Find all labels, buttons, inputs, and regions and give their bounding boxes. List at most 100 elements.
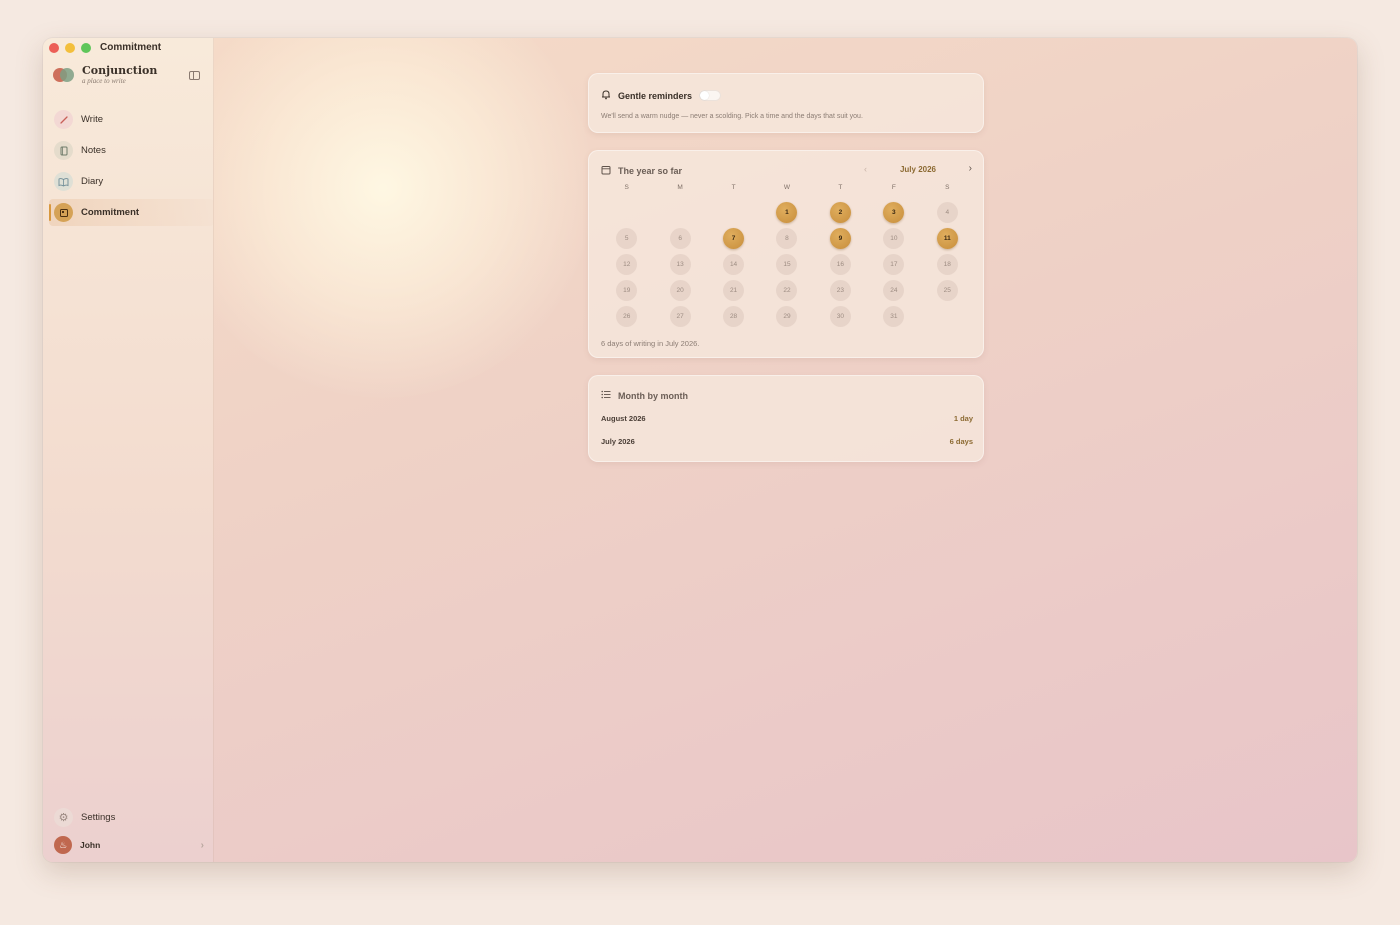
calendar-day[interactable]: 20	[669, 280, 691, 301]
calendar-day[interactable]: 12	[616, 254, 638, 275]
calendar-day-cell: 27	[653, 306, 706, 327]
background-glow	[173, 38, 593, 398]
calendar-day[interactable]: 18	[936, 254, 958, 275]
calendar-day[interactable]: 13	[669, 254, 691, 275]
reminders-header: Gentle reminders	[601, 89, 722, 102]
brand-name: Conjunction	[82, 64, 158, 77]
calendar-day-written[interactable]: 3	[883, 202, 905, 223]
calendar-icon	[601, 165, 611, 177]
month-by-month-header: Month by month	[601, 390, 688, 401]
window-controls	[49, 43, 91, 53]
calendar-day[interactable]: 15	[776, 254, 798, 275]
minimize-window-button[interactable]	[65, 43, 75, 53]
gear-icon: ⚙	[54, 808, 73, 827]
calendar-day-cell: 13	[653, 254, 706, 275]
calendar-day-cell: 24	[867, 280, 920, 301]
month-count: 1 day	[953, 414, 973, 423]
settings-label: Settings	[81, 812, 116, 823]
calendar-day[interactable]: 14	[723, 254, 745, 275]
sidebar-item-write[interactable]: Write	[43, 106, 214, 133]
calendar-day[interactable]: 10	[883, 228, 905, 249]
calendar-day-cell: 29	[760, 306, 813, 327]
user-name: John	[80, 840, 101, 850]
calendar-day-cell: 23	[814, 280, 867, 301]
month-by-month-title: Month by month	[618, 390, 688, 401]
weekday-label: S	[945, 184, 950, 191]
sidebar-toggle-icon[interactable]	[189, 71, 200, 80]
calendar-summary: 6 days of writing in July 2026.	[601, 339, 700, 348]
calendar-day-cell: 3	[867, 202, 920, 223]
weekday-label: F	[891, 184, 896, 191]
previous-month-button[interactable]: ‹	[864, 164, 867, 174]
calendar-day[interactable]: 8	[776, 228, 798, 249]
list-item[interactable]: July 2026 6 days	[601, 437, 973, 446]
month-count: 6 days	[949, 437, 973, 446]
calendar-day[interactable]: 28	[723, 306, 745, 327]
calendar-day[interactable]: 16	[829, 254, 851, 275]
calendar-day[interactable]: 23	[829, 280, 851, 301]
calendar-day-cell: 19	[600, 280, 653, 301]
reminders-card: Gentle reminders We'll send a warm nudge…	[588, 73, 984, 133]
calendar-blank-cell	[653, 202, 706, 223]
reminders-toggle[interactable]	[699, 90, 722, 101]
sidebar-item-label: Diary	[81, 176, 104, 187]
sidebar-item-notes[interactable]: Notes	[43, 137, 214, 164]
reminders-description: We'll send a warm nudge — never a scoldi…	[601, 113, 863, 120]
calendar-day-written[interactable]: 11	[936, 228, 958, 249]
calendar-day-written[interactable]: 9	[829, 228, 851, 249]
book-open-icon	[54, 172, 73, 191]
next-month-button[interactable]: ›	[969, 163, 972, 174]
sidebar-item-label: Write	[81, 114, 103, 125]
calendar-day-cell: 7	[707, 228, 760, 249]
list-item[interactable]: August 2026 1 day	[601, 414, 973, 423]
calendar-grid: 1 2 3 4 5 6 7 8 9 10 11 12 13 14 15 16 17 18 19 20 21 22 23 24 2…	[600, 202, 974, 327]
close-window-button[interactable]	[49, 43, 59, 53]
weekday-label: T	[838, 184, 843, 191]
calendar-day[interactable]: 21	[723, 280, 745, 301]
calendar-blank-cell	[600, 202, 653, 223]
avatar: ♨	[54, 836, 72, 854]
calendar-day[interactable]: 5	[616, 228, 638, 249]
sidebar-item-diary[interactable]: Diary	[43, 168, 214, 195]
month-by-month-card: Month by month August 2026 1 day July 20…	[588, 375, 984, 462]
calendar-day[interactable]: 31	[883, 306, 905, 327]
sidebar-item-commitment[interactable]: Commitment	[49, 199, 214, 226]
calendar-day[interactable]: 22	[776, 280, 798, 301]
calendar-title: The year so far	[618, 166, 683, 176]
calendar-day[interactable]: 26	[616, 306, 638, 327]
calendar-day-written[interactable]: 2	[829, 202, 851, 223]
calendar-day[interactable]: 6	[669, 228, 691, 249]
calendar-day-cell: 15	[760, 254, 813, 275]
calendar-day-cell: 14	[707, 254, 760, 275]
calendar-day-cell: 8	[760, 228, 813, 249]
weekday-label: M	[677, 184, 683, 191]
zoom-window-button[interactable]	[81, 43, 91, 53]
calendar-day[interactable]: 27	[669, 306, 691, 327]
calendar-day[interactable]: 17	[883, 254, 905, 275]
calendar-day-cell: 21	[707, 280, 760, 301]
calendar-book-icon	[54, 203, 73, 222]
calendar-day-written[interactable]: 7	[723, 228, 745, 249]
calendar-day[interactable]: 4	[936, 202, 958, 223]
settings-button[interactable]: ⚙ Settings	[54, 808, 115, 827]
brand-logo-icon	[53, 67, 75, 82]
calendar-day[interactable]: 30	[829, 306, 851, 327]
reminders-title: Gentle reminders	[618, 90, 693, 101]
calendar-day-cell: 26	[600, 306, 653, 327]
calendar-day[interactable]: 24	[883, 280, 905, 301]
calendar-day[interactable]: 29	[776, 306, 798, 327]
calendar-day-cell: 22	[760, 280, 813, 301]
calendar-day[interactable]: 19	[616, 280, 638, 301]
calendar-blank-cell	[707, 202, 760, 223]
weekday-label: T	[731, 184, 736, 191]
sidebar-item-label: Notes	[81, 145, 106, 156]
user-profile-button[interactable]: ♨ John ›	[54, 836, 204, 854]
calendar-day[interactable]: 25	[936, 280, 958, 301]
calendar-day-written[interactable]: 1	[776, 202, 798, 223]
calendar-day-cell: 9	[814, 228, 867, 249]
calendar-day-cell: 30	[814, 306, 867, 327]
calendar-day-cell: 6	[653, 228, 706, 249]
weekday-label: W	[783, 184, 791, 191]
calendar-header: The year so far	[601, 165, 682, 177]
calendar-day-cell: 28	[707, 306, 760, 327]
